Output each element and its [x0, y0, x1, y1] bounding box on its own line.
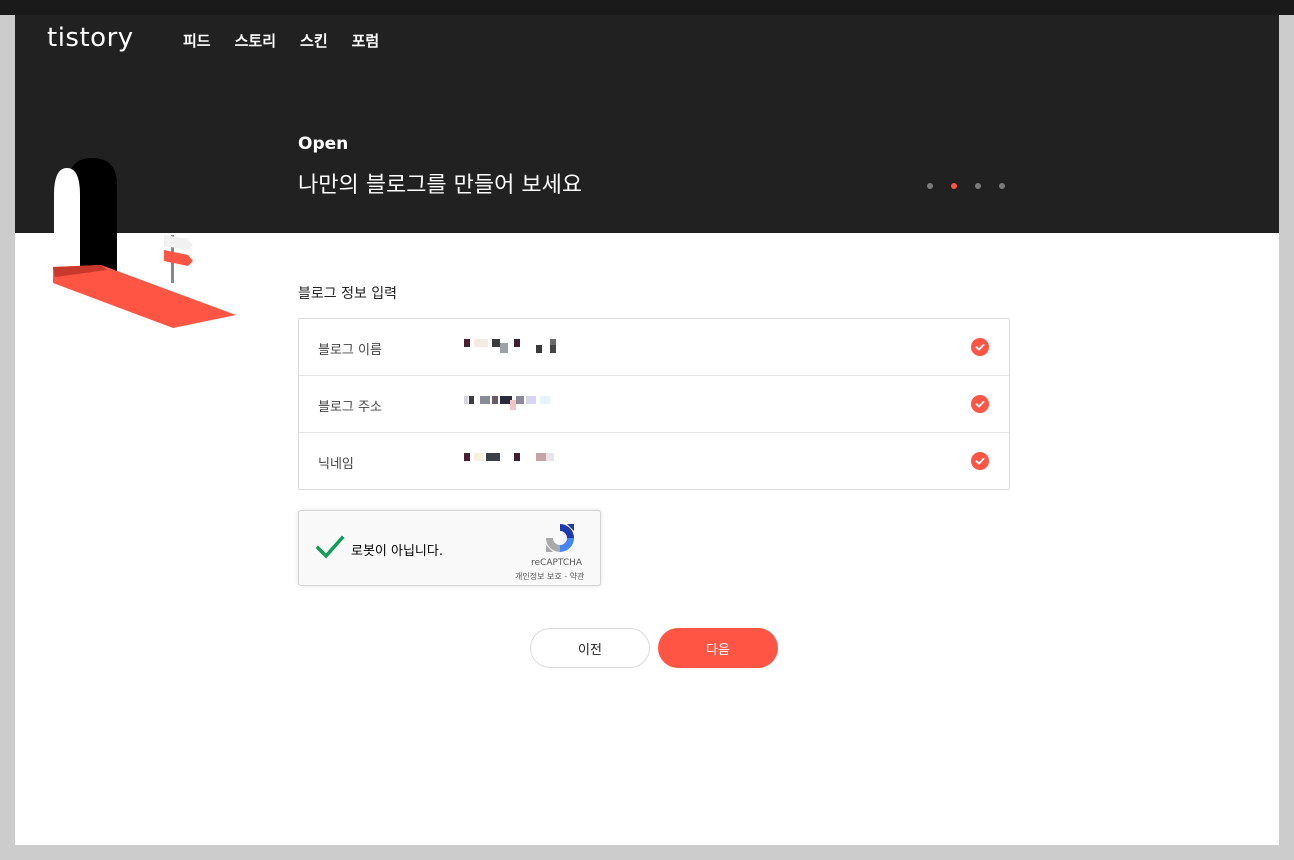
section-title: 블로그 정보 입력: [298, 286, 398, 302]
prev-button[interactable]: 이전: [530, 628, 650, 668]
nav-item-feed[interactable]: 피드: [183, 30, 211, 51]
nav-item-story[interactable]: 스토리: [235, 30, 276, 51]
recaptcha-brand: reCAPTCHA: [531, 558, 583, 568]
door-opening: [54, 168, 80, 273]
signpost-board-white: [164, 235, 193, 250]
carousel-dot-3[interactable]: [975, 183, 981, 189]
carousel-dot-1[interactable]: [927, 183, 933, 189]
blog-info-form: 블로그 이름 블로그 주소 닉네임: [298, 318, 1010, 490]
nav-item-forum[interactable]: 포럼: [352, 30, 380, 51]
check-circle-icon: [971, 452, 989, 470]
recaptcha-privacy-terms-links[interactable]: 개인정보 보호 - 약관: [515, 571, 584, 582]
recaptcha-logo-icon: [546, 524, 574, 552]
nav-item-skin[interactable]: 스킨: [300, 30, 328, 51]
form-row-nickname[interactable]: 닉네임: [299, 433, 1009, 490]
recaptcha-label: 로봇이 아닙니다.: [351, 544, 443, 559]
blog-name-label: 블로그 이름: [318, 343, 382, 358]
form-row-blog-name[interactable]: 블로그 이름: [299, 319, 1009, 376]
nickname-value-redacted: [464, 453, 564, 467]
page-window: tistory 피드 스토리 스킨 포럼 Open 나만의 블로그를 만들어 보…: [15, 15, 1279, 845]
main-nav: 피드 스토리 스킨 포럼: [183, 30, 403, 51]
recaptcha-widget[interactable]: 로봇이 아닙니다. reCAPTCHA 개인정보 보호 - 약관: [298, 510, 601, 586]
carousel-dots: [927, 183, 1023, 189]
blog-address-value-redacted: [464, 396, 564, 410]
next-button[interactable]: 다음: [658, 628, 778, 668]
tistory-logo[interactable]: tistory: [47, 23, 134, 53]
nickname-label: 닉네임: [318, 457, 354, 472]
carousel-dot-2-active[interactable]: [951, 183, 957, 189]
checkmark-icon[interactable]: [315, 533, 345, 563]
carousel-dot-4[interactable]: [999, 183, 1005, 189]
blog-address-label: 블로그 주소: [318, 400, 382, 415]
hero-illustration: [15, 158, 298, 355]
blog-name-value-redacted: [464, 339, 564, 353]
window-frame-top: [0, 0, 1294, 15]
hero-eyebrow: Open: [298, 134, 349, 154]
hero-title: 나만의 블로그를 만들어 보세요: [298, 173, 583, 198]
form-row-blog-address[interactable]: 블로그 주소: [299, 376, 1009, 433]
check-circle-icon: [971, 395, 989, 413]
check-circle-icon: [971, 338, 989, 356]
